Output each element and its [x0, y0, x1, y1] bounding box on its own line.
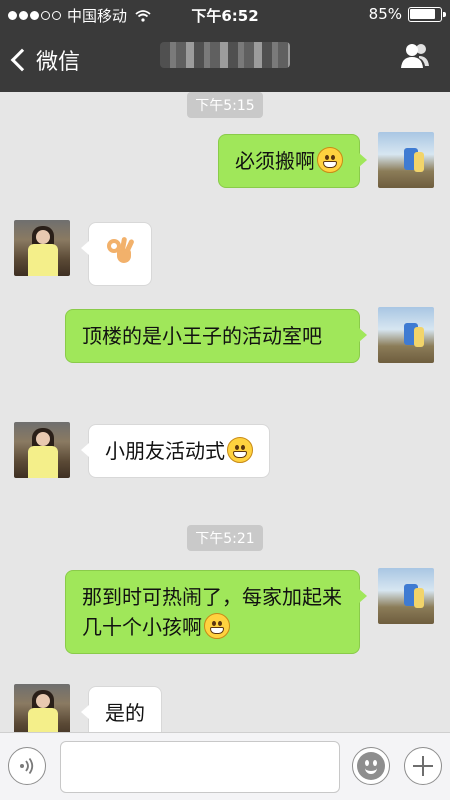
timestamp-divider: 下午5:15 — [0, 92, 450, 118]
chat-title-obscured — [160, 42, 290, 68]
nav-bar: 微信 — [0, 32, 450, 88]
avatar[interactable] — [14, 220, 70, 276]
message-bubble-outgoing[interactable]: 那到时可热闹了，每家加起来几十个小孩啊 — [65, 570, 367, 654]
grin-emoji-icon — [317, 147, 343, 173]
grin-emoji-icon — [204, 613, 230, 639]
battery-fill — [410, 8, 435, 19]
battery-group: 85% — [368, 5, 446, 23]
chevron-left-icon — [10, 48, 34, 72]
top-chrome: 中国移动 下午6:52 85% 微信 — [0, 0, 450, 92]
timestamp-divider: 下午5:21 — [0, 525, 450, 551]
message-bubble-incoming[interactable]: 小朋友活动式 — [81, 424, 270, 478]
avatar[interactable] — [378, 132, 434, 188]
plus-icon — [413, 756, 433, 776]
chat-input-bar — [0, 732, 450, 800]
message-list[interactable]: 下午5:15 必须搬啊 顶楼的是小王子的活动室吧 小朋友活动式 下午5:21 那 — [0, 92, 450, 740]
emoji-button[interactable] — [352, 747, 390, 785]
voice-button[interactable] — [8, 747, 46, 785]
avatar[interactable] — [378, 568, 434, 624]
message-text-input[interactable] — [60, 741, 340, 793]
smiley-face-icon — [357, 752, 385, 780]
contact-profile-icon[interactable] — [400, 42, 430, 70]
more-button[interactable] — [404, 747, 442, 785]
ok-hand-icon — [105, 235, 135, 265]
avatar[interactable] — [378, 307, 434, 363]
battery-icon — [408, 6, 446, 22]
avatar[interactable] — [14, 422, 70, 478]
back-button[interactable]: 微信 — [8, 44, 80, 76]
message-bubble-incoming[interactable] — [81, 222, 152, 286]
battery-percent: 85% — [368, 5, 402, 23]
message-bubble-outgoing[interactable]: 必须搬啊 — [218, 134, 367, 188]
message-bubble-outgoing[interactable]: 顶楼的是小王子的活动室吧 — [65, 309, 367, 363]
back-label: 微信 — [36, 50, 81, 75]
grin-emoji-icon — [227, 437, 253, 463]
voice-icon — [20, 757, 34, 775]
status-bar: 中国移动 下午6:52 85% — [0, 0, 450, 30]
